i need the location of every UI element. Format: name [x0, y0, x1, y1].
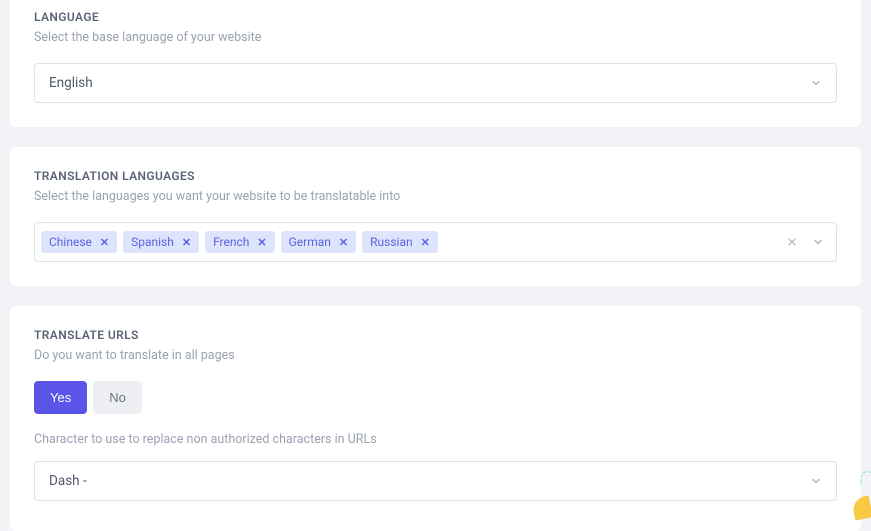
tag-remove-icon[interactable]: ✕	[182, 236, 191, 249]
language-tag: German ✕	[281, 231, 357, 253]
translate-urls-desc: Do you want to translate in all pages	[34, 348, 837, 363]
tag-remove-icon[interactable]: ✕	[257, 236, 266, 249]
translation-desc: Select the languages you want your websi…	[34, 189, 837, 204]
translate-urls-toggle: Yes No	[34, 381, 142, 414]
chevron-down-icon	[810, 475, 822, 487]
no-button[interactable]: No	[93, 381, 142, 414]
tag-label: Chinese	[49, 235, 92, 249]
language-desc: Select the base language of your website	[34, 30, 837, 45]
clear-all-icon[interactable]	[786, 236, 798, 248]
language-section: LANGUAGE Select the base language of you…	[10, 0, 861, 127]
translation-title: TRANSLATION LANGUAGES	[34, 169, 837, 183]
url-char-select[interactable]: Dash -	[34, 461, 837, 501]
translation-languages-section: TRANSLATION LANGUAGES Select the languag…	[10, 147, 861, 286]
language-tag: Russian ✕	[362, 231, 438, 253]
language-selected-value: English	[49, 75, 93, 91]
tag-remove-icon[interactable]: ✕	[421, 236, 430, 249]
tag-remove-icon[interactable]: ✕	[339, 236, 348, 249]
tag-remove-icon[interactable]: ✕	[100, 236, 109, 249]
language-tag: Spanish ✕	[123, 231, 199, 253]
url-char-selected-value: Dash -	[49, 473, 87, 489]
chevron-down-icon	[812, 236, 824, 248]
chevron-down-icon	[810, 77, 822, 89]
language-tag: French ✕	[205, 231, 275, 253]
tag-label: French	[213, 235, 249, 249]
tag-label: Spanish	[131, 235, 174, 249]
translation-languages-select[interactable]: Chinese ✕ Spanish ✕ French ✕ German ✕ Ru…	[34, 222, 837, 262]
decorative-accent-icon	[860, 470, 871, 485]
translate-urls-title: TRANSLATE URLS	[34, 328, 837, 342]
language-select[interactable]: English	[34, 63, 837, 103]
tag-label: German	[289, 235, 331, 249]
tag-label: Russian	[370, 235, 412, 249]
url-char-desc: Character to use to replace non authoriz…	[34, 432, 837, 447]
language-tag: Chinese ✕	[41, 231, 117, 253]
translate-urls-section: TRANSLATE URLS Do you want to translate …	[10, 306, 861, 531]
language-title: LANGUAGE	[34, 10, 837, 24]
yes-button[interactable]: Yes	[34, 381, 87, 414]
